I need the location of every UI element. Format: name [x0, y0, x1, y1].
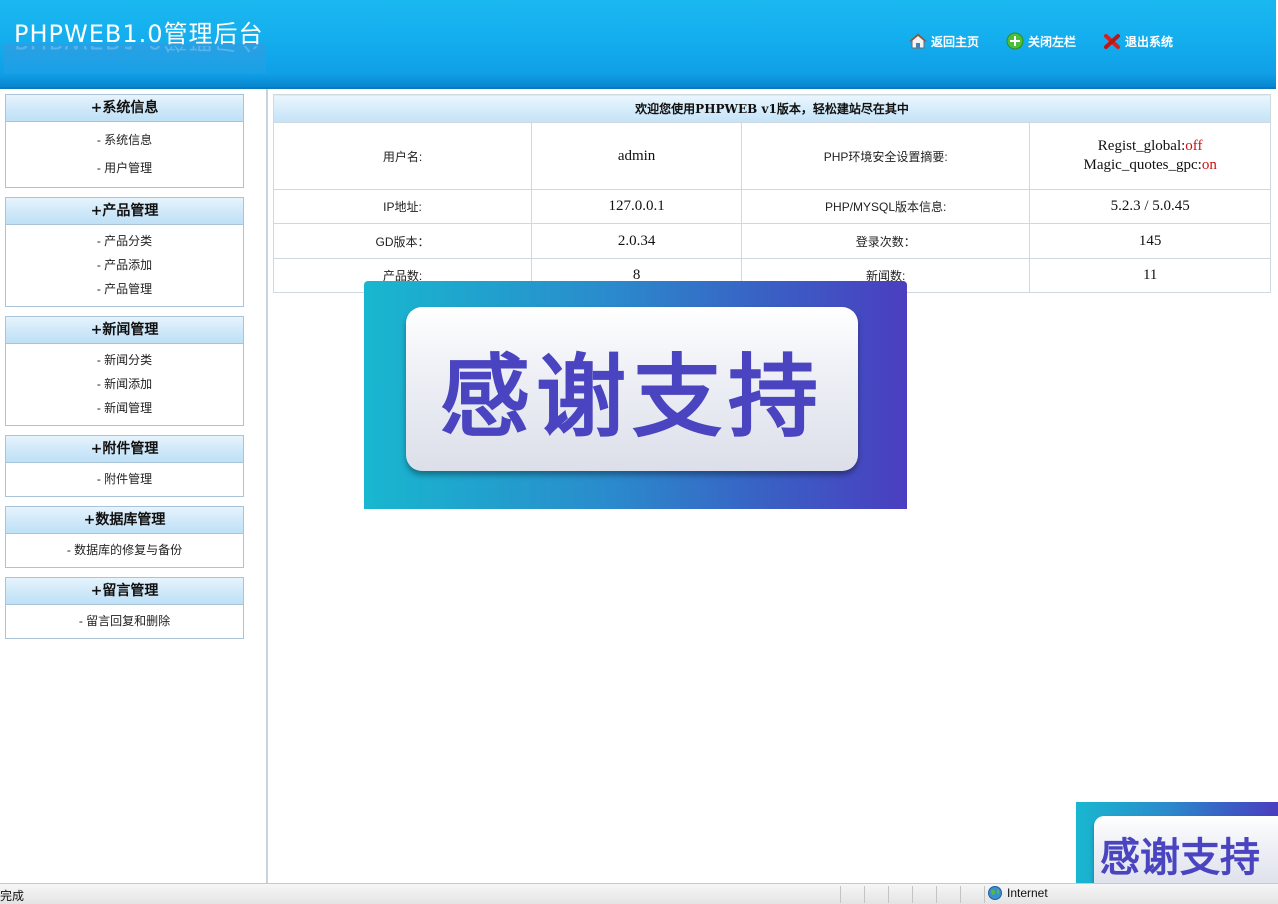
logo-text: PHPWEB1.0管理后台	[14, 20, 264, 48]
close-x-icon	[1102, 31, 1122, 51]
close-left-panel-link[interactable]: 关闭左栏	[1005, 31, 1076, 51]
menu-item-guestbook-reply-delete[interactable]: - 留言回复和删除	[6, 609, 243, 633]
menu-item-news-manage[interactable]: - 新闻管理	[6, 396, 243, 420]
home-icon	[908, 31, 928, 51]
ip-value: 127.0.0.1	[531, 189, 743, 224]
menu-item-news-add[interactable]: - 新闻添加	[6, 372, 243, 396]
logo-reflection: PHPWEB1.0管理后台	[14, 46, 264, 60]
menu-item-product-category[interactable]: - 产品分类	[6, 229, 243, 253]
security-zone[interactable]: Internet	[988, 886, 1048, 900]
close-left-panel-label: 关闭左栏	[1028, 34, 1077, 49]
header: PHPWEB1.0管理后台 PHPWEB1.0管理后台 返回主页	[0, 0, 1276, 89]
php-security-value: Regist_global:off Magic_quotes_gpc:on	[1029, 122, 1271, 190]
login-count-label: 登录次数：	[741, 223, 1031, 259]
menu-item-user-manage[interactable]: - 用户管理	[6, 156, 243, 180]
home-link[interactable]: 返回主页	[908, 31, 979, 51]
table-row: 用户名: admin PHP环境安全设置摘要: Regist_global:of…	[272, 122, 1271, 190]
plus-circle-icon	[1005, 31, 1025, 51]
status-separator	[960, 886, 961, 903]
magic-quotes-label: Magic_quotes_gpc:	[1083, 157, 1202, 173]
thanks-banner-overlay[interactable]: 感谢支持	[364, 281, 907, 509]
php-mysql-version-value: 5.2.3 / 5.0.45	[1029, 189, 1271, 224]
status-separator	[864, 886, 865, 903]
news-count-value: 11	[1029, 258, 1271, 293]
menu-item-product-manage[interactable]: - 产品管理	[6, 277, 243, 301]
ip-label: IP地址:	[272, 189, 533, 224]
top-links: 返回主页 关闭左栏 退出系统	[908, 30, 1199, 52]
status-bar: 完成 Internet	[0, 883, 1278, 904]
username-label: 用户名:	[272, 122, 533, 190]
username-value: admin	[531, 122, 743, 190]
thanks-corner-button: 感谢支持	[1094, 816, 1278, 892]
status-separator	[984, 886, 985, 903]
sidebar: +系统信息 - 系统信息 - 用户管理 +产品管理 - 产品分类 - 产品添加 …	[0, 89, 268, 883]
thanks-banner-text: 感谢支持	[440, 345, 824, 450]
welcome-title: 欢迎您使用PHPWEB v1版本，轻松建站尽在其中	[273, 94, 1271, 123]
menu-database: +数据库管理 - 数据库的修复与备份	[5, 506, 244, 568]
menu-title-product[interactable]: +产品管理	[6, 198, 243, 225]
welcome-info-table: 欢迎您使用PHPWEB v1版本，轻松建站尽在其中 用户名: admin PHP…	[272, 94, 1271, 293]
security-zone-label: Internet	[1007, 886, 1048, 900]
logout-link[interactable]: 退出系统	[1102, 31, 1173, 51]
table-row: GD版本： 2.0.34 登录次数： 145	[272, 223, 1271, 259]
magic-quotes-value: on	[1201, 157, 1217, 173]
menu-attachment: +附件管理 - 附件管理	[5, 435, 244, 497]
menu-title-system-info[interactable]: +系统信息	[6, 95, 243, 122]
status-separator	[912, 886, 913, 903]
menu-item-product-add[interactable]: - 产品添加	[6, 253, 243, 277]
php-security-label: PHP环境安全设置摘要:	[741, 122, 1031, 190]
menu-title-attachment[interactable]: +附件管理	[6, 436, 243, 463]
menu-item-system-info[interactable]: - 系统信息	[6, 128, 243, 152]
menu-item-attachment-manage[interactable]: - 附件管理	[6, 467, 243, 491]
php-mysql-version-label: PHP/MYSQL版本信息:	[741, 189, 1031, 224]
home-link-label: 返回主页	[931, 34, 980, 49]
status-separator	[840, 886, 841, 903]
menu-news: +新闻管理 - 新闻分类 - 新闻添加 - 新闻管理	[5, 316, 244, 426]
menu-title-database[interactable]: +数据库管理	[6, 507, 243, 534]
logout-label: 退出系统	[1125, 34, 1174, 49]
status-text: 完成	[0, 889, 25, 903]
menu-item-news-category[interactable]: - 新闻分类	[6, 348, 243, 372]
login-count-value: 145	[1029, 223, 1271, 259]
status-separator	[936, 886, 937, 903]
menu-item-database-repair-backup[interactable]: - 数据库的修复与备份	[6, 538, 243, 562]
table-row: IP地址: 127.0.0.1 PHP/MYSQL版本信息: 5.2.3 / 5…	[272, 189, 1271, 224]
thanks-corner-text: 感谢支持	[1100, 835, 1260, 881]
thanks-banner-button: 感谢支持	[406, 307, 858, 471]
menu-title-guestbook[interactable]: +留言管理	[6, 578, 243, 605]
menu-product: +产品管理 - 产品分类 - 产品添加 - 产品管理	[5, 197, 244, 307]
menu-system-info: +系统信息 - 系统信息 - 用户管理	[5, 94, 244, 188]
regist-global-value: off	[1185, 138, 1203, 154]
gd-version-value: 2.0.34	[531, 223, 743, 259]
menu-guestbook: +留言管理 - 留言回复和删除	[5, 577, 244, 639]
regist-global-label: Regist_global:	[1097, 138, 1186, 154]
gd-version-label: GD版本：	[272, 223, 533, 259]
status-separator	[888, 886, 889, 903]
menu-title-news[interactable]: +新闻管理	[6, 317, 243, 344]
globe-icon	[988, 886, 1002, 900]
logo: PHPWEB1.0管理后台 PHPWEB1.0管理后台	[4, 14, 274, 74]
app-window: PHPWEB1.0管理后台 PHPWEB1.0管理后台 返回主页	[0, 0, 1278, 904]
